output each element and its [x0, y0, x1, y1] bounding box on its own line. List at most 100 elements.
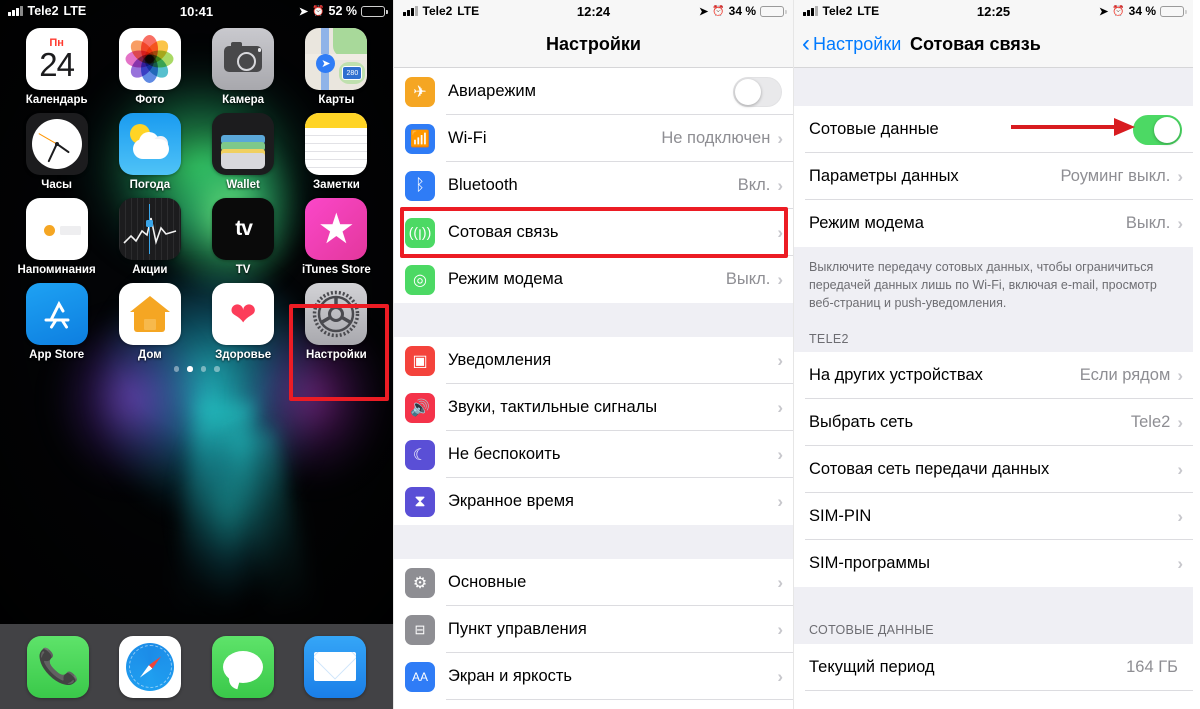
settings-row-general[interactable]: ⚙ Основные › — [394, 559, 793, 606]
chevron-right-icon: › — [777, 269, 783, 289]
settings-row-display-brightness[interactable]: AA Экран и яркость › — [394, 653, 793, 700]
row-label: Wi-Fi — [448, 129, 487, 147]
gear-icon: ⚙ — [405, 567, 435, 598]
notes-icon — [305, 113, 368, 175]
row-value: Не подключен — [661, 129, 771, 147]
battery-icon — [1160, 5, 1187, 17]
battery-percent: 34 % — [728, 4, 756, 18]
airplane-mode-toggle[interactable] — [733, 76, 782, 107]
app-icon-itunes-store[interactable]: ★ iTunes Store — [290, 198, 383, 276]
cellular-row-current-period: Текущий период 164 ГБ — [794, 644, 1193, 692]
cellular-data-section-header: СОТОВЫЕ ДАННЫЕ — [794, 617, 1193, 645]
app-icon-notes[interactable]: Заметки — [290, 113, 383, 191]
row-value: Tele2 — [1130, 413, 1171, 432]
app-label: Дом — [138, 349, 162, 361]
chevron-right-icon: › — [777, 175, 783, 195]
messages-icon[interactable] — [211, 635, 274, 698]
app-label: Часы — [41, 179, 72, 191]
app-label: Заметки — [312, 179, 360, 191]
display-brightness-icon: AA — [405, 661, 435, 692]
photos-icon — [118, 28, 181, 90]
chevron-right-icon: › — [777, 397, 783, 417]
app-icon-app-store[interactable]: App Store — [10, 283, 103, 361]
app-icon-reminders[interactable]: Напоминания — [10, 198, 103, 276]
row-label: Основные — [448, 573, 527, 591]
settings-row-bluetooth[interactable]: ᛒ Bluetooth Вкл. › — [394, 162, 793, 209]
back-label: Настройки — [813, 34, 902, 54]
app-label: App Store — [29, 349, 85, 361]
alarm-clock-icon: ⏰ — [1112, 5, 1125, 17]
app-label: Карты — [318, 94, 355, 106]
row-value: Вкл. — [737, 176, 771, 194]
itunes-store-icon: ★ — [305, 198, 368, 260]
settings-row-wifi[interactable]: 📶 Wi-Fi Не подключен › — [394, 115, 793, 162]
group-divider-3 — [794, 587, 1193, 618]
cellular-row-sim-apps[interactable]: SIM-программы › — [794, 540, 1193, 588]
cellular-panel: Tele2 LTE 12:25 ➤ ⏰ 34 % ‹ Настройки Сот… — [793, 0, 1193, 709]
top-gap — [794, 68, 1193, 106]
row-value: Роуминг выкл. — [1060, 167, 1171, 185]
phone-icon[interactable]: 📞 — [27, 635, 90, 698]
app-icon-maps[interactable]: ➤ 280 Карты — [290, 28, 383, 106]
settings-row-sounds[interactable]: 🔊 Звуки, тактильные сигналы › — [394, 384, 793, 431]
alarm-clock-icon: ⏰ — [312, 5, 325, 17]
bluetooth-icon: ᛒ — [405, 170, 435, 201]
maps-route-badge: 280 — [342, 66, 363, 80]
control-center-icon: ⊟ — [405, 614, 435, 645]
settings-row-control-center[interactable]: ⊟ Пункт управления › — [394, 606, 793, 653]
chevron-right-icon: › — [1177, 459, 1183, 479]
cellular-row-data-network[interactable]: Сотовая сеть передачи данных › — [794, 446, 1193, 494]
battery-percent: 34 % — [1128, 4, 1156, 18]
hotspot-icon: ◎ — [405, 264, 435, 295]
row-label: SIM-программы — [809, 554, 931, 573]
app-icon-camera[interactable]: Камера — [197, 28, 290, 106]
app-icon-wallet[interactable]: Wallet — [197, 113, 290, 191]
chevron-right-icon: › — [1177, 213, 1183, 233]
app-label: Календарь — [25, 94, 88, 106]
app-label: Напоминания — [17, 264, 96, 276]
notifications-icon: ▣ — [405, 345, 435, 376]
back-button[interactable]: ‹ Настройки — [802, 31, 902, 56]
cellular-row-select-network[interactable]: Выбрать сеть Tele2 › — [794, 399, 1193, 447]
cellular-row-personal-hotspot[interactable]: Режим модема Выкл. › — [794, 200, 1193, 247]
cellular-data-toggle[interactable] — [1133, 114, 1182, 145]
mail-icon[interactable] — [303, 635, 366, 698]
cellular-row-other-devices[interactable]: На других устройствах Если рядом › — [794, 352, 1193, 400]
home-screen-panel: Tele2 LTE 10:41 ➤ ⏰ 52 % Пн 24 Календарь — [0, 0, 393, 709]
settings-row-airplane-mode[interactable]: ✈ Авиарежим — [394, 68, 793, 115]
cellular-row-data-options[interactable]: Параметры данных Роуминг выкл. › — [794, 153, 1193, 200]
app-label: Акции — [132, 264, 168, 276]
row-label: Авиарежим — [448, 82, 536, 100]
group-divider-2 — [394, 525, 793, 559]
location-arrow-icon: ➤ — [1098, 5, 1109, 18]
settings-row-personal-hotspot[interactable]: ◎ Режим модема Выкл. › — [394, 256, 793, 303]
camera-icon — [212, 28, 275, 90]
app-label: Камера — [222, 94, 265, 106]
chevron-right-icon: › — [1177, 365, 1183, 385]
settings-row-screen-time[interactable]: ⧗ Экранное время › — [394, 478, 793, 525]
chevron-right-icon: › — [1177, 412, 1183, 432]
hourglass-icon: ⧗ — [405, 486, 435, 517]
app-icon-clock[interactable]: Часы — [10, 113, 103, 191]
weather-icon — [118, 113, 181, 175]
row-label: Уведомления — [448, 351, 552, 369]
app-icon-calendar[interactable]: Пн 24 Календарь — [10, 28, 103, 106]
row-label: Bluetooth — [448, 176, 518, 194]
page-title: Настройки — [546, 34, 641, 54]
battery-icon — [361, 5, 388, 17]
safari-compass-icon[interactable] — [119, 635, 182, 698]
app-label: iTunes Store — [301, 264, 371, 276]
app-icon-home-app[interactable]: Дом — [103, 283, 196, 361]
cellular-row-sim-pin[interactable]: SIM-PIN › — [794, 493, 1193, 541]
health-heart-icon: ❤ — [212, 283, 275, 345]
app-icon-stocks[interactable]: Акции — [103, 198, 196, 276]
row-label: Не беспокоить — [448, 445, 561, 463]
app-icon-photos[interactable]: Фото — [103, 28, 196, 106]
moon-icon: ☾ — [405, 439, 435, 470]
app-label: Wallet — [226, 179, 260, 191]
app-icon-weather[interactable]: Погода — [103, 113, 196, 191]
app-icon-health[interactable]: ❤ Здоровье — [197, 283, 290, 361]
settings-row-notifications[interactable]: ▣ Уведомления › — [394, 337, 793, 384]
app-icon-tv[interactable]: tv TV — [197, 198, 290, 276]
settings-row-do-not-disturb[interactable]: ☾ Не беспокоить › — [394, 431, 793, 478]
